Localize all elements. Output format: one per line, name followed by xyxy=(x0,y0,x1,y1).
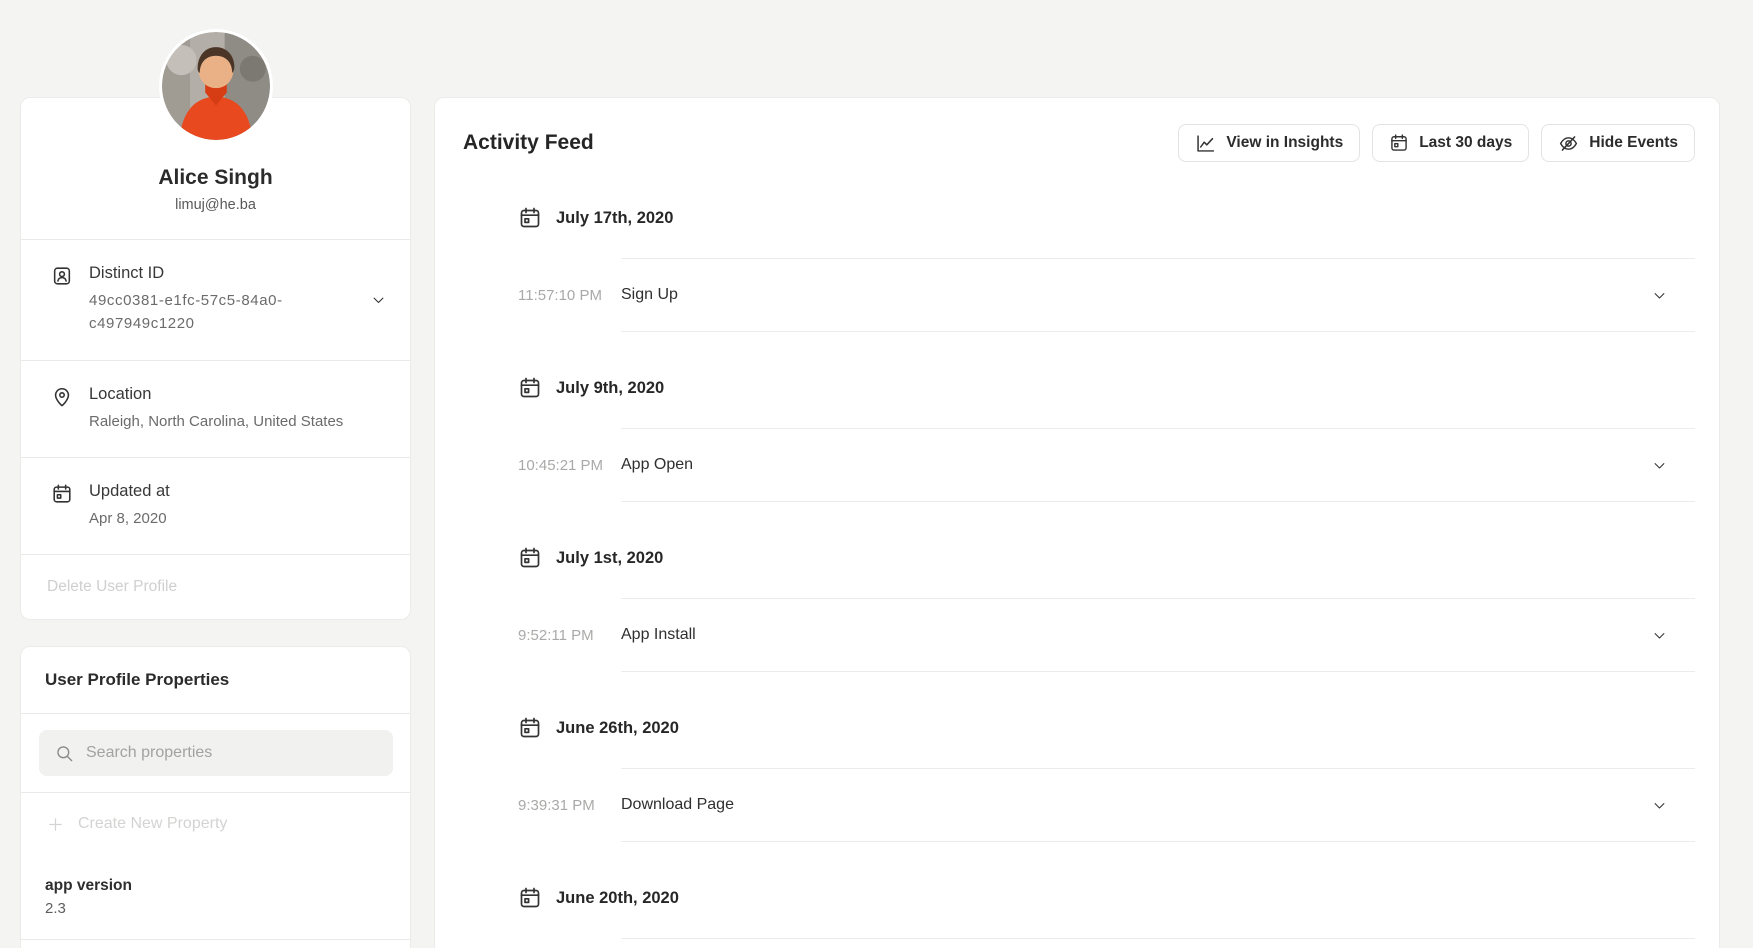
event-name: Sign Up xyxy=(621,286,1652,304)
location-row: Location Raleigh, North Carolina, United… xyxy=(21,361,410,457)
event-time: 9:39:31 PM xyxy=(518,797,621,814)
event-name: App Open xyxy=(621,456,1652,474)
feed-group-events: 11:57:10 PM Sign Up xyxy=(518,259,1695,332)
feed-group: June 26th, 2020 9:39:31 PM Download Page xyxy=(518,715,1695,842)
updated-at-row: Updated at Apr 8, 2020 xyxy=(21,458,410,554)
field-label: Location xyxy=(89,385,343,404)
updated-at-value: Apr 8, 2020 xyxy=(89,507,170,530)
calendar-icon xyxy=(518,206,542,230)
button-label: Last 30 days xyxy=(1419,134,1512,152)
event-name: Download Page xyxy=(621,796,1652,814)
divider xyxy=(621,671,1695,672)
activity-feed-title: Activity Feed xyxy=(463,131,594,155)
user-profile-page: Alice Singh limuj@he.ba Distinct ID 49cc… xyxy=(0,0,1753,948)
calendar-icon xyxy=(518,376,542,400)
property-value: 2.3 xyxy=(45,900,386,917)
feed-date-header: July 9th, 2020 xyxy=(518,375,1695,401)
calendar-icon xyxy=(518,886,542,910)
chevron-down-icon[interactable] xyxy=(1652,288,1667,303)
feed-group-events: 9:52:11 PM App Install xyxy=(518,599,1695,672)
calendar-icon xyxy=(518,716,542,740)
last-30-days-button[interactable]: Last 30 days xyxy=(1372,124,1529,162)
divider xyxy=(21,939,410,940)
feed-group: July 9th, 2020 10:45:21 PM App Open xyxy=(518,375,1695,502)
create-new-property-button[interactable]: Create New Property xyxy=(21,793,410,855)
activity-feed-list: July 17th, 2020 11:57:10 PM Sign Up xyxy=(518,205,1695,939)
feed-group: July 1st, 2020 9:52:11 PM App Install xyxy=(518,545,1695,672)
chevron-down-icon[interactable] xyxy=(371,292,386,307)
delete-user-profile-button[interactable]: Delete User Profile xyxy=(21,555,410,619)
divider xyxy=(621,938,1695,939)
feed-date-label: June 20th, 2020 xyxy=(556,889,679,908)
feed-date-label: July 1st, 2020 xyxy=(556,549,663,568)
location-value: Raleigh, North Carolina, United States xyxy=(89,410,343,433)
profile-sidebar: Alice Singh limuj@he.ba Distinct ID 49cc… xyxy=(20,0,411,948)
feed-date-label: June 26th, 2020 xyxy=(556,719,679,738)
feed-group-events: 10:45:21 PM App Open xyxy=(518,429,1695,502)
event-time: 11:57:10 PM xyxy=(518,287,621,304)
search-wrap: Search properties xyxy=(21,714,410,792)
avatar xyxy=(162,32,270,140)
avatar-image xyxy=(162,32,270,140)
event-time: 9:52:11 PM xyxy=(518,627,621,644)
plus-icon xyxy=(47,816,64,833)
feed-date-header: July 17th, 2020 xyxy=(518,205,1695,231)
distinct-id-row: Distinct ID 49cc0381-e1fc-57c5-84a0-c497… xyxy=(21,240,410,360)
divider xyxy=(621,841,1695,842)
event-row[interactable]: 9:52:11 PM App Install xyxy=(518,599,1695,671)
feed-group: June 20th, 2020 xyxy=(518,885,1695,939)
feed-date-header: June 26th, 2020 xyxy=(518,715,1695,741)
profile-email: limuj@he.ba xyxy=(21,197,410,239)
button-label: View in Insights xyxy=(1226,134,1343,152)
event-row[interactable]: 9:39:31 PM Download Page xyxy=(518,769,1695,841)
field-label: Updated at xyxy=(89,482,170,501)
distinct-id-value: 49cc0381-e1fc-57c5-84a0-c497949c1220 xyxy=(89,289,307,336)
chevron-down-icon[interactable] xyxy=(1652,798,1667,813)
feed-actions: View in Insights Last 30 days xyxy=(1178,124,1695,162)
divider xyxy=(621,331,1695,332)
properties-title: User Profile Properties xyxy=(21,647,410,713)
calendar-icon xyxy=(518,546,542,570)
user-profile-properties-card: User Profile Properties Search propertie… xyxy=(20,646,411,948)
line-chart-icon xyxy=(1195,133,1216,154)
calendar-icon xyxy=(1389,133,1409,153)
search-icon xyxy=(55,744,74,763)
field-label: Distinct ID xyxy=(89,264,307,283)
divider xyxy=(621,501,1695,502)
chevron-down-icon[interactable] xyxy=(1652,458,1667,473)
chevron-down-icon[interactable] xyxy=(1652,628,1667,643)
feed-group: July 17th, 2020 11:57:10 PM Sign Up xyxy=(518,205,1695,332)
property-item[interactable]: app version 2.3 xyxy=(21,855,410,939)
property-name: app version xyxy=(45,877,386,895)
activity-feed-card: Activity Feed View in Insights xyxy=(434,97,1720,948)
event-row[interactable]: 11:57:10 PM Sign Up xyxy=(518,259,1695,331)
button-label: Hide Events xyxy=(1589,134,1678,152)
search-input[interactable]: Search properties xyxy=(39,730,393,776)
search-placeholder: Search properties xyxy=(86,744,212,762)
feed-date-header: July 1st, 2020 xyxy=(518,545,1695,571)
hide-events-button[interactable]: Hide Events xyxy=(1541,124,1695,162)
activity-feed-header: Activity Feed View in Insights xyxy=(463,124,1695,162)
event-name: App Install xyxy=(621,626,1652,644)
event-time: 10:45:21 PM xyxy=(518,457,621,474)
feed-group-events: 9:39:31 PM Download Page xyxy=(518,769,1695,842)
feed-date-label: July 9th, 2020 xyxy=(556,379,664,398)
view-in-insights-button[interactable]: View in Insights xyxy=(1178,124,1360,162)
feed-date-label: July 17th, 2020 xyxy=(556,209,673,228)
profile-card: Alice Singh limuj@he.ba Distinct ID 49cc… xyxy=(20,97,411,620)
event-row[interactable]: 10:45:21 PM App Open xyxy=(518,429,1695,501)
profile-name: Alice Singh xyxy=(21,166,410,190)
create-new-property-label: Create New Property xyxy=(78,815,227,833)
feed-date-header: June 20th, 2020 xyxy=(518,885,1695,911)
eye-off-icon xyxy=(1558,133,1579,154)
location-pin-icon xyxy=(51,386,73,408)
calendar-icon xyxy=(51,483,73,505)
id-badge-icon xyxy=(51,265,73,287)
